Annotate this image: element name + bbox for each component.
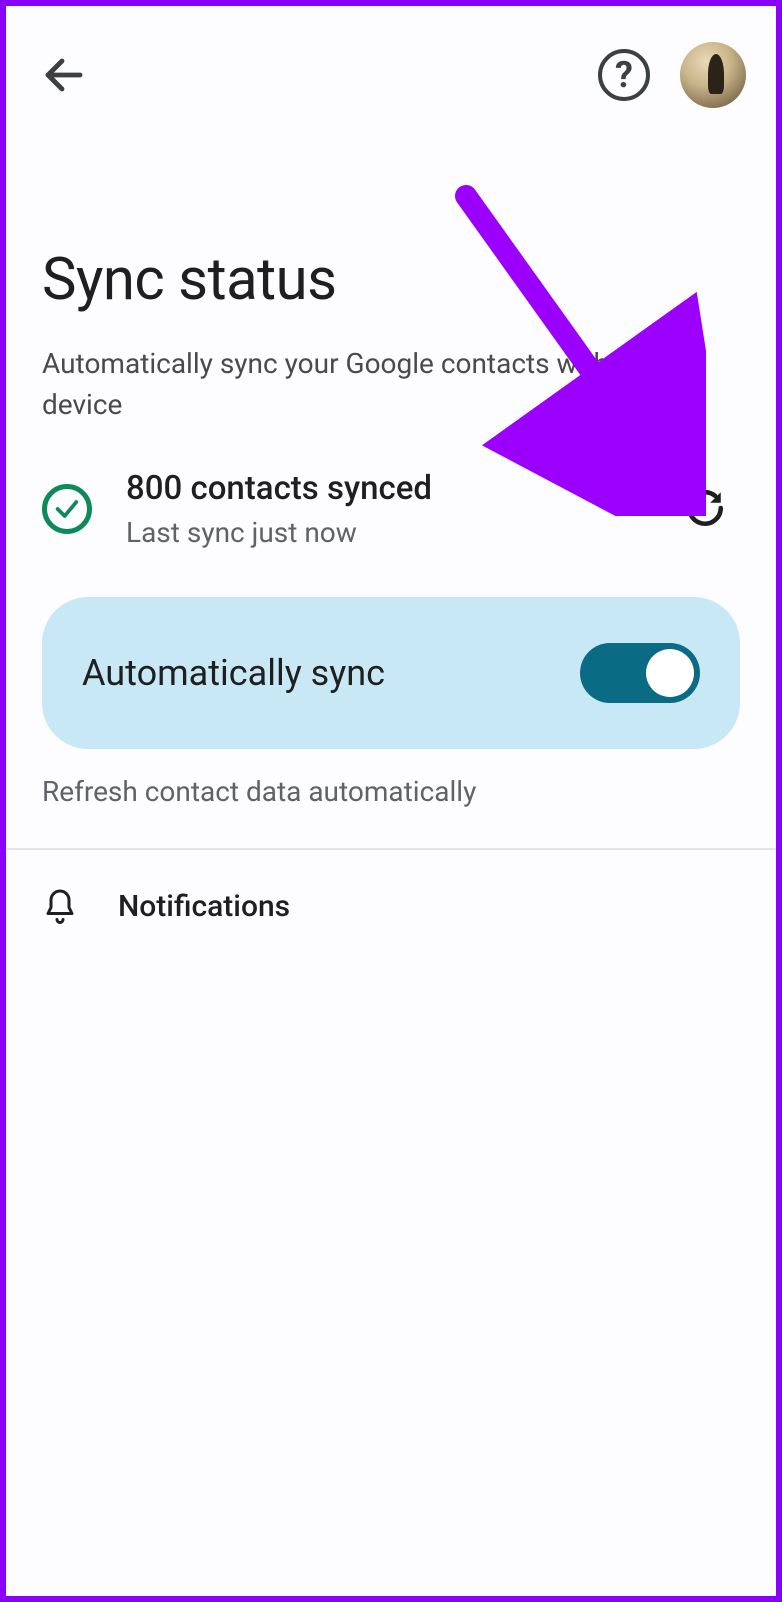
check-circle-icon bbox=[42, 484, 92, 534]
page-subtitle: Automatically sync your Google contacts … bbox=[6, 334, 776, 455]
auto-sync-label: Automatically sync bbox=[82, 652, 385, 694]
last-sync-label: Last sync just now bbox=[126, 516, 650, 549]
top-app-bar: ? bbox=[6, 6, 776, 116]
refresh-icon bbox=[684, 487, 726, 529]
refresh-button[interactable] bbox=[684, 487, 728, 531]
profile-avatar[interactable] bbox=[680, 42, 746, 108]
arrow-left-icon bbox=[40, 51, 88, 99]
toggle-knob bbox=[646, 649, 694, 697]
auto-sync-toggle[interactable] bbox=[580, 643, 700, 703]
back-button[interactable] bbox=[36, 47, 92, 103]
auto-sync-card: Automatically sync bbox=[42, 597, 740, 749]
help-icon: ? bbox=[598, 49, 650, 101]
auto-sync-helper: Refresh contact data automatically bbox=[6, 765, 776, 848]
help-button[interactable]: ? bbox=[596, 47, 652, 103]
notifications-row[interactable]: Notifications bbox=[6, 850, 776, 962]
bell-icon bbox=[42, 888, 78, 924]
synced-count-label: 800 contacts synced bbox=[126, 469, 650, 508]
sync-status-row: 800 contacts synced Last sync just now bbox=[6, 455, 776, 563]
page-title: Sync status bbox=[6, 116, 776, 334]
notifications-label: Notifications bbox=[118, 889, 290, 924]
